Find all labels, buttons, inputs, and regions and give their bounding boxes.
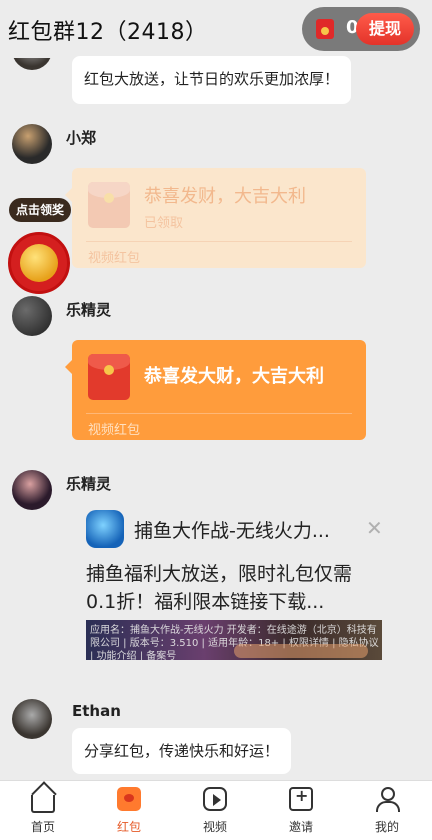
red-packet-icon bbox=[88, 354, 130, 400]
red-packet-card[interactable]: 恭喜发财，大吉大利 已领取 视频红包 bbox=[65, 168, 366, 268]
sender-name: 乐精灵 bbox=[66, 301, 112, 319]
divider bbox=[86, 413, 352, 414]
red-packet-card[interactable]: 恭喜发大财，大吉大利 视频红包 bbox=[65, 340, 366, 440]
sender-name: 乐精灵 bbox=[66, 475, 112, 493]
bottom-tab-bar: 首页 红包 视频 邀请 我的 bbox=[0, 780, 432, 840]
tab-label: 我的 bbox=[374, 820, 399, 834]
video-icon bbox=[203, 787, 227, 811]
tab-label: 红包 bbox=[116, 820, 141, 834]
top-bar: 红包群12（2418） 0 提现 bbox=[0, 0, 432, 56]
message-bubble[interactable]: 分享红包，传递快乐和好运！ bbox=[72, 728, 292, 774]
wallet-pill[interactable]: 0 提现 bbox=[302, 7, 420, 51]
close-icon[interactable]: ✕ bbox=[366, 516, 383, 540]
invite-icon bbox=[289, 786, 313, 811]
red-packet-icon bbox=[88, 182, 130, 228]
tab-label: 首页 bbox=[30, 820, 55, 834]
game-app-icon[interactable] bbox=[86, 510, 124, 548]
ad-title[interactable]: 捕鱼大作战-无线火力... bbox=[134, 516, 330, 543]
red-packet-footer: 视频红包 bbox=[88, 251, 141, 266]
sender-name: 小郑 bbox=[66, 129, 97, 147]
ad-download-bar[interactable] bbox=[234, 644, 368, 658]
withdraw-button[interactable]: 提现 bbox=[356, 13, 414, 45]
red-packet-status: 已领取 bbox=[144, 216, 184, 231]
tab-home[interactable]: 首页 bbox=[0, 781, 86, 840]
sender-name: Ethan bbox=[72, 702, 121, 720]
tab-label: 视频 bbox=[202, 820, 227, 834]
claim-reward-label[interactable]: 点击领奖 bbox=[9, 198, 71, 222]
tab-video[interactable]: 视频 bbox=[172, 781, 258, 840]
avatar[interactable] bbox=[12, 470, 52, 510]
ad-description[interactable]: 捕鱼福利大放送，限时礼包仅需0.1折！福利限本链接下载... bbox=[86, 560, 376, 616]
gold-coin-icon bbox=[20, 244, 58, 282]
ad-banner[interactable]: 应用名：捕鱼大作战-无线火力 开发者：在线途游（北京）科技有限公司 | 版本号：… bbox=[86, 620, 382, 660]
red-envelope-icon bbox=[316, 19, 334, 39]
group-title: 红包群12（2418） bbox=[8, 20, 208, 45]
avatar[interactable] bbox=[12, 296, 52, 336]
red-packet-title: 恭喜发大财，大吉大利 bbox=[144, 366, 324, 387]
red-packet-title: 恭喜发财，大吉大利 bbox=[144, 186, 306, 207]
message-bubble[interactable]: 红包大放送，让节日的欢乐更加浓厚！ bbox=[72, 56, 352, 104]
red-packet-footer: 视频红包 bbox=[88, 423, 141, 438]
home-icon bbox=[31, 795, 55, 813]
avatar[interactable] bbox=[12, 699, 52, 739]
reward-button[interactable] bbox=[8, 232, 70, 294]
tab-label: 邀请 bbox=[288, 820, 313, 834]
tab-invite[interactable]: 邀请 bbox=[258, 781, 344, 840]
divider bbox=[86, 241, 352, 242]
profile-icon bbox=[375, 787, 400, 812]
red-packet-icon bbox=[117, 787, 141, 811]
avatar[interactable] bbox=[12, 124, 52, 164]
tab-profile[interactable]: 我的 bbox=[344, 781, 430, 840]
tab-red-packet[interactable]: 红包 bbox=[86, 781, 172, 840]
